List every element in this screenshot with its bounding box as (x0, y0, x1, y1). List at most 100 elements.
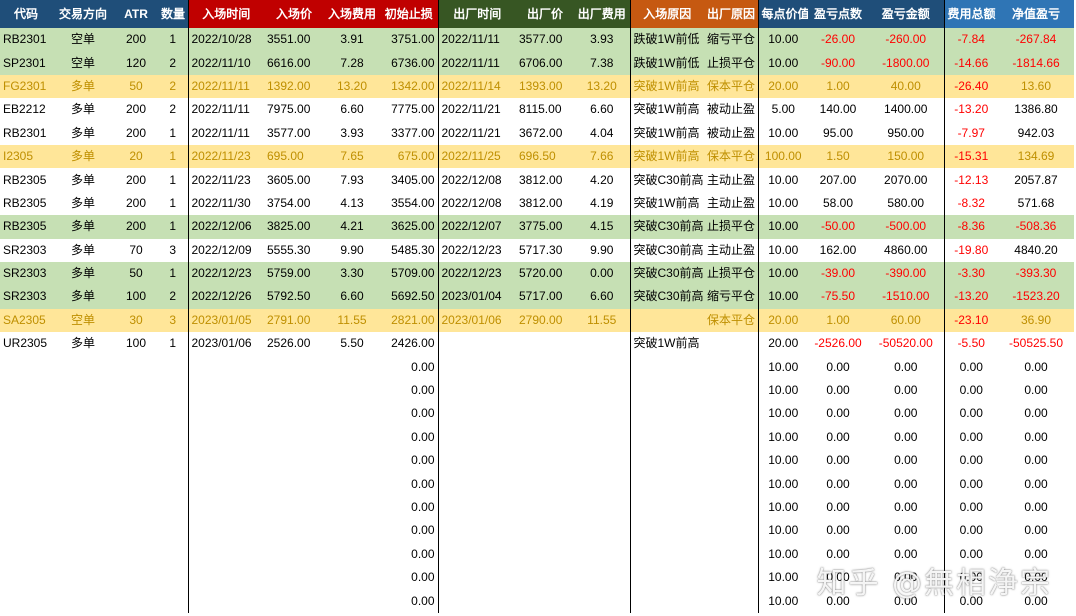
cell-entry-price[interactable] (264, 566, 324, 589)
cell-exit-price[interactable] (516, 402, 574, 425)
cell-initial-stop[interactable]: 0.00 (380, 379, 438, 402)
cell-atr[interactable]: 70 (114, 239, 158, 262)
cell-initial-stop[interactable]: 0.00 (380, 496, 438, 519)
table-row[interactable]: EB2212 多单 200 2 2022/11/11 7975.00 6.60 7775.00… (0, 98, 1074, 122)
cell-entry-fee[interactable]: 9.90 (324, 239, 380, 262)
cell-exit-fee[interactable] (574, 496, 630, 519)
cell-exit-reason[interactable]: 主动止盈 (704, 192, 758, 215)
table-row[interactable]: 0.00 10.00 0.00 0.00 0.00 0.00 (0, 495, 1074, 520)
cell-entry-price[interactable]: 1392.00 (264, 74, 324, 99)
cell-fee-total[interactable]: -5.50 (943, 332, 998, 356)
cell-pnl-amount[interactable]: 0.00 (868, 496, 944, 519)
cell-entry-reason[interactable]: 跌破1W前低 (629, 51, 704, 75)
cell-initial-stop[interactable]: 0.00 (380, 402, 438, 425)
header-entry-reason[interactable]: 入场原因 (629, 0, 704, 28)
cell-exit-time[interactable] (437, 425, 516, 450)
cell-exit-time[interactable] (437, 332, 516, 356)
cell-entry-time[interactable] (187, 472, 264, 496)
cell-exit-time[interactable]: 2022/12/08 (437, 168, 516, 192)
cell-entry-fee[interactable]: 13.20 (324, 74, 380, 99)
cell-fee-total[interactable]: -15.31 (943, 144, 998, 169)
cell-direction[interactable] (52, 402, 114, 425)
cell-direction[interactable]: 空单 (52, 51, 114, 75)
cell-entry-fee[interactable]: 4.13 (324, 192, 380, 215)
cell-exit-price[interactable] (516, 589, 574, 612)
cell-code[interactable] (0, 379, 52, 402)
table-row[interactable]: SR2303 多单 100 2 2022/12/26 5792.50 6.60 5692.50… (0, 285, 1074, 309)
cell-qty[interactable]: 2 (158, 98, 188, 121)
cell-net-pnl[interactable]: -1523.20 (998, 285, 1074, 309)
table-row[interactable]: 0.00 10.00 0.00 0.00 0.00 0.00 (0, 402, 1074, 426)
cell-exit-reason[interactable]: 被动止盈 (704, 122, 758, 145)
cell-initial-stop[interactable]: 3377.00 (380, 122, 438, 145)
cell-qty[interactable]: 2 (158, 74, 188, 99)
cell-direction[interactable]: 空单 (52, 28, 114, 52)
cell-initial-stop[interactable]: 5709.00 (380, 261, 438, 286)
cell-exit-fee[interactable]: 4.15 (574, 215, 630, 239)
cell-entry-time[interactable]: 2022/11/23 (187, 144, 264, 169)
cell-exit-reason[interactable]: 止损平仓 (704, 51, 758, 75)
cell-exit-time[interactable]: 2022/11/11 (437, 51, 516, 75)
cell-entry-price[interactable]: 3605.00 (264, 168, 324, 191)
cell-pnl-points[interactable]: -75.50 (808, 285, 868, 309)
cell-direction[interactable] (52, 496, 114, 519)
cell-entry-time[interactable]: 2022/10/28 (187, 28, 264, 52)
cell-exit-reason[interactable] (704, 355, 758, 378)
table-row[interactable]: SR2303 多单 70 3 2022/12/09 5555.30 9.90 5485.30 2… (0, 238, 1074, 262)
header-exit-time[interactable]: 出厂时间 (437, 0, 516, 28)
cell-exit-price[interactable] (516, 355, 574, 378)
cell-qty[interactable] (158, 519, 188, 542)
cell-code[interactable] (0, 355, 52, 378)
cell-exit-reason[interactable] (704, 519, 758, 542)
cell-code[interactable]: EB2212 (0, 98, 52, 121)
cell-point-value[interactable]: 10.00 (757, 261, 808, 286)
header-fee-total[interactable]: 费用总额 (943, 0, 998, 28)
cell-point-value[interactable]: 10.00 (757, 51, 808, 75)
cell-entry-fee[interactable]: 7.65 (324, 144, 380, 169)
cell-pnl-amount[interactable]: 0.00 (868, 449, 944, 472)
cell-direction[interactable]: 多单 (52, 215, 114, 239)
cell-exit-time[interactable]: 2022/11/21 (437, 121, 516, 145)
cell-exit-price[interactable]: 3577.00 (516, 28, 574, 52)
cell-code[interactable]: FG2301 (0, 74, 52, 99)
cell-point-value[interactable]: 10.00 (757, 285, 808, 309)
cell-atr[interactable] (114, 355, 158, 378)
cell-exit-time[interactable] (437, 495, 516, 520)
table-row[interactable]: RB2305 多单 200 1 2022/11/23 3605.00 7.93 3405.00… (0, 168, 1074, 192)
cell-exit-reason[interactable] (704, 543, 758, 566)
cell-pnl-points[interactable]: 207.00 (808, 168, 868, 191)
cell-entry-reason[interactable] (629, 495, 704, 520)
cell-initial-stop[interactable]: 5692.50 (380, 285, 438, 309)
cell-direction[interactable]: 多单 (52, 239, 114, 262)
cell-exit-time[interactable] (437, 378, 516, 403)
cell-exit-fee[interactable]: 6.60 (574, 285, 630, 309)
cell-entry-fee[interactable] (324, 449, 380, 472)
cell-atr[interactable] (114, 426, 158, 449)
cell-direction[interactable]: 多单 (52, 261, 114, 286)
cell-net-pnl[interactable]: 0.00 (998, 426, 1074, 449)
cell-exit-fee[interactable]: 7.66 (574, 144, 630, 169)
cell-entry-time[interactable] (187, 519, 264, 543)
cell-atr[interactable]: 200 (114, 28, 158, 52)
cell-direction[interactable] (52, 426, 114, 449)
cell-point-value[interactable]: 20.00 (757, 308, 808, 333)
cell-point-value[interactable]: 20.00 (757, 332, 808, 356)
cell-pnl-points[interactable]: 58.00 (808, 192, 868, 215)
cell-exit-time[interactable] (437, 355, 516, 379)
cell-net-pnl[interactable]: -508.36 (998, 215, 1074, 239)
cell-exit-price[interactable]: 8115.00 (516, 98, 574, 121)
cell-exit-reason[interactable]: 止损平仓 (704, 261, 758, 286)
cell-entry-reason[interactable] (629, 425, 704, 450)
cell-pnl-amount[interactable]: 1400.00 (868, 98, 944, 121)
table-row[interactable]: 0.00 10.00 0.00 0.00 0.00 0.00 (0, 378, 1074, 403)
cell-net-pnl[interactable]: 0.00 (998, 355, 1074, 378)
cell-pnl-amount[interactable]: 0.00 (868, 426, 944, 449)
cell-fee-total[interactable]: -3.30 (943, 261, 998, 286)
cell-code[interactable]: I2305 (0, 144, 52, 169)
cell-exit-time[interactable]: 2022/12/08 (437, 191, 516, 216)
cell-fee-total[interactable]: -12.13 (943, 168, 998, 192)
cell-entry-reason[interactable]: 突破C30前高 (629, 168, 704, 192)
cell-point-value[interactable]: 10.00 (757, 495, 808, 520)
cell-entry-fee[interactable]: 7.28 (324, 51, 380, 75)
cell-atr[interactable]: 200 (114, 168, 158, 191)
